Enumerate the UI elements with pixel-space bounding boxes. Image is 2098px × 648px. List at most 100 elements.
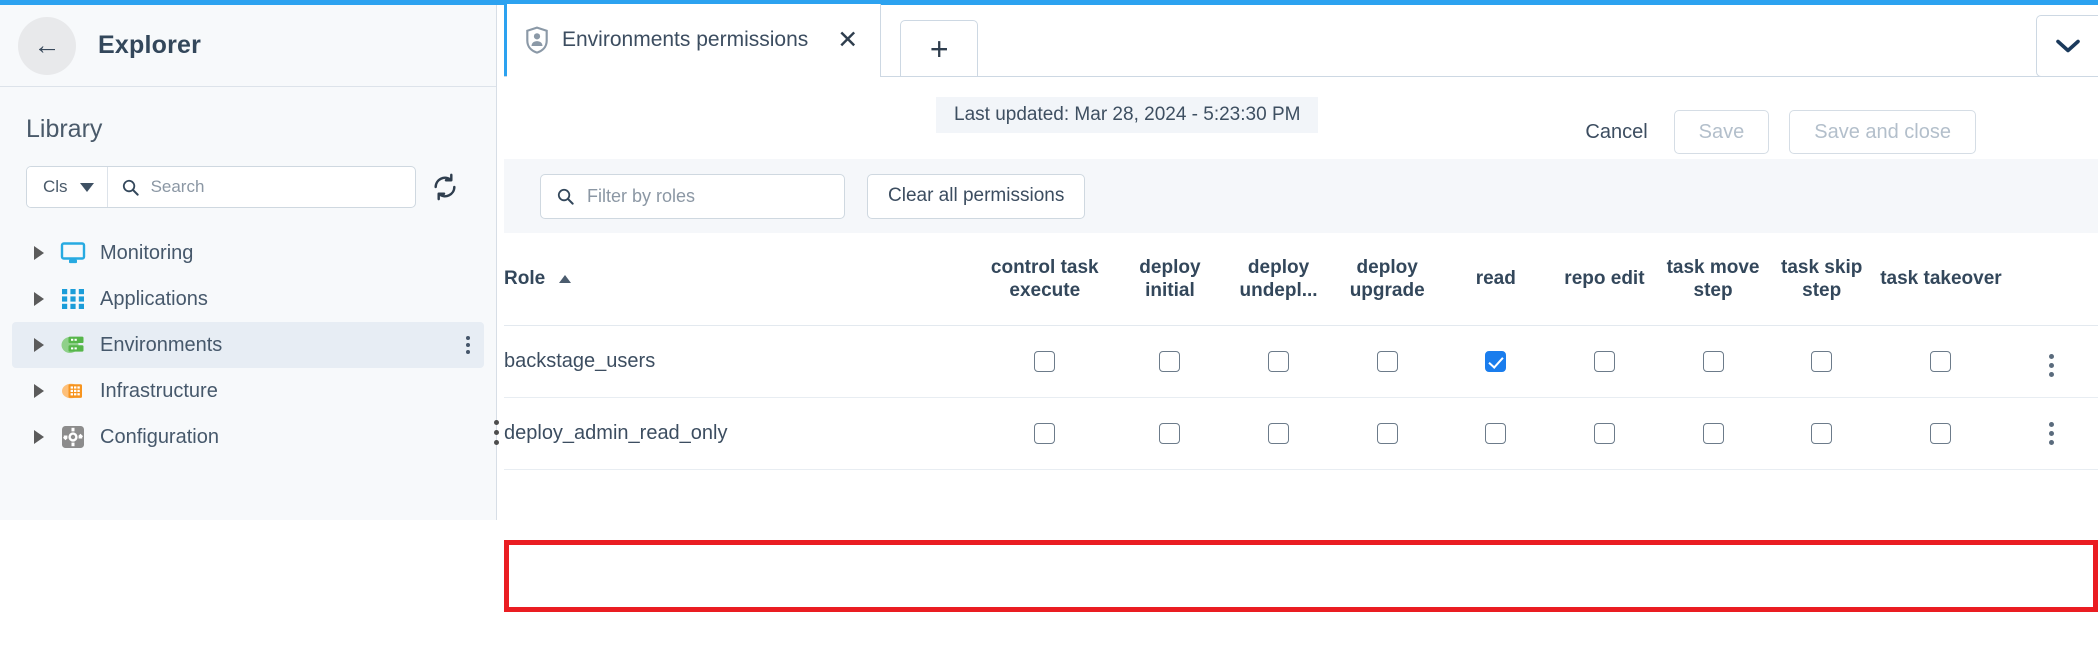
permission-cell-task-move-step[interactable] xyxy=(1659,397,1768,469)
permissions-table-wrap: Filter by roles Clear all permissions Ro… xyxy=(504,159,2098,612)
permission-cell-deploy-undeploy[interactable] xyxy=(1224,397,1333,469)
permission-cell-repo-edit[interactable] xyxy=(1550,325,1659,397)
kebab-menu-icon[interactable] xyxy=(2049,421,2055,445)
chevron-right-icon[interactable] xyxy=(34,246,44,260)
column-header-deploy-upgrade[interactable]: deploy upgrade xyxy=(1333,233,1442,325)
permission-checkbox[interactable] xyxy=(1268,350,1290,372)
sidebar-item-infrastructure[interactable]: Infrastructure xyxy=(12,368,484,414)
close-icon[interactable]: ✕ xyxy=(837,27,858,53)
permission-checkbox[interactable] xyxy=(1930,422,1952,444)
permission-checkbox[interactable] xyxy=(1268,422,1290,444)
permission-checkbox[interactable] xyxy=(1930,350,1952,372)
table-row[interactable]: deploy_admin_read_only xyxy=(504,397,2098,469)
tab-overflow-button[interactable] xyxy=(2036,15,2098,77)
permission-cell-task-skip-step[interactable] xyxy=(1767,397,1876,469)
add-tab-button[interactable]: + xyxy=(900,20,979,76)
permission-cell-control-task-execute[interactable] xyxy=(974,325,1116,397)
permission-checkbox[interactable] xyxy=(1485,422,1507,444)
role-name: deploy_admin_read_only xyxy=(504,421,728,444)
cancel-button[interactable]: Cancel xyxy=(1579,121,1653,144)
column-header-task-move-step[interactable]: task move step xyxy=(1659,233,1768,325)
role-name: backstage_users xyxy=(504,349,656,372)
permission-checkbox[interactable] xyxy=(1811,422,1833,444)
refresh-icon[interactable] xyxy=(431,173,459,201)
column-header-deploy-undeploy[interactable]: deploy undepl... xyxy=(1224,233,1333,325)
column-header-label: Role xyxy=(504,267,546,289)
column-header-task-takeover[interactable]: task takeover xyxy=(1876,233,2006,325)
filter-roles-input[interactable]: Filter by roles xyxy=(540,173,845,219)
monitor-icon xyxy=(60,242,86,264)
permission-checkbox[interactable] xyxy=(1593,422,1615,444)
permission-checkbox[interactable] xyxy=(1702,350,1724,372)
sidebar-item-label: Applications xyxy=(100,287,208,310)
row-actions[interactable] xyxy=(2006,325,2098,397)
clear-all-permissions-button[interactable]: Clear all permissions xyxy=(867,173,1086,219)
permission-cell-control-task-execute[interactable] xyxy=(974,397,1116,469)
filter-placeholder: Filter by roles xyxy=(587,185,696,206)
chevron-right-icon[interactable] xyxy=(34,430,44,444)
permission-cell-task-takeover[interactable] xyxy=(1876,397,2006,469)
permission-cell-deploy-upgrade[interactable] xyxy=(1333,325,1442,397)
sidebar-item-configuration[interactable]: Configuration xyxy=(12,414,484,460)
permission-checkbox[interactable] xyxy=(1376,422,1398,444)
row-actions[interactable] xyxy=(2006,397,2098,469)
gear-icon xyxy=(62,426,84,448)
permission-cell-deploy-initial[interactable] xyxy=(1116,325,1225,397)
chevron-right-icon[interactable] xyxy=(34,338,44,352)
permission-cell-task-skip-step[interactable] xyxy=(1767,325,1876,397)
save-button[interactable]: Save xyxy=(1673,110,1770,154)
search-input[interactable]: Search xyxy=(108,167,415,207)
column-header-repo-edit[interactable]: repo edit xyxy=(1550,233,1659,325)
search-scope-select[interactable]: Cls xyxy=(27,167,108,207)
action-bar: Last updated: Mar 28, 2024 - 5:23:30 PM … xyxy=(504,77,2098,159)
column-header-control-task-execute[interactable]: control task execute xyxy=(974,233,1116,325)
splitter-handle-icon[interactable] xyxy=(494,420,499,445)
sidebar-item-applications[interactable]: Applications xyxy=(12,276,484,322)
column-header-actions xyxy=(2006,233,2098,325)
column-header-deploy-initial[interactable]: deploy initial xyxy=(1116,233,1225,325)
permission-checkbox[interactable] xyxy=(1159,350,1181,372)
sidebar-item-monitoring[interactable]: Monitoring xyxy=(12,230,484,276)
kebab-menu-icon[interactable] xyxy=(466,336,470,354)
chevron-right-icon[interactable] xyxy=(34,384,44,398)
permission-cell-deploy-undeploy[interactable] xyxy=(1224,325,1333,397)
permission-cell-task-move-step[interactable] xyxy=(1659,325,1768,397)
column-header-role[interactable]: Role xyxy=(504,233,974,325)
permission-checkbox[interactable] xyxy=(1485,350,1507,372)
table-body: backstage_users deploy_admin_read_only xyxy=(504,325,2098,469)
permission-checkbox[interactable] xyxy=(1159,422,1181,444)
library-search-row: Cls Search xyxy=(26,166,456,208)
chevron-down-icon xyxy=(2055,39,2080,53)
row-highlight-annotation xyxy=(504,540,2098,612)
column-header-task-skip-step[interactable]: task skip step xyxy=(1767,233,1876,325)
library-search-group: Cls Search xyxy=(26,166,416,208)
permission-checkbox[interactable] xyxy=(1034,422,1056,444)
permission-cell-read[interactable] xyxy=(1441,397,1550,469)
permission-cell-task-takeover[interactable] xyxy=(1876,325,2006,397)
table-row[interactable]: backstage_users xyxy=(504,325,2098,397)
permission-checkbox[interactable] xyxy=(1376,350,1398,372)
back-button[interactable]: ← xyxy=(18,16,76,75)
sidebar-item-environments[interactable]: Environments xyxy=(12,322,484,368)
permission-cell-deploy-initial[interactable] xyxy=(1116,397,1225,469)
permission-checkbox[interactable] xyxy=(1034,350,1056,372)
infrastructure-icon xyxy=(62,383,82,399)
panel-splitter[interactable] xyxy=(490,5,504,520)
explorer-panel: ← Explorer Library Cls Search Monitoring… xyxy=(0,5,497,520)
permission-cell-read[interactable] xyxy=(1441,325,1550,397)
permission-cell-repo-edit[interactable] xyxy=(1550,397,1659,469)
kebab-menu-icon[interactable] xyxy=(2049,353,2055,377)
tab-environments-permissions[interactable]: Environments permissions ✕ xyxy=(504,4,882,77)
save-and-close-button[interactable]: Save and close xyxy=(1789,110,1976,154)
permission-checkbox[interactable] xyxy=(1593,350,1615,372)
permission-checkbox[interactable] xyxy=(1811,350,1833,372)
last-updated-text: Last updated: Mar 28, 2024 - 5:23:30 PM xyxy=(936,97,1319,133)
sidebar-item-label: Infrastructure xyxy=(100,379,218,402)
page-title: Explorer xyxy=(98,31,202,59)
tab-label: Environments permissions xyxy=(562,28,809,51)
column-header-read[interactable]: read xyxy=(1441,233,1550,325)
explorer-header: ← Explorer xyxy=(0,5,496,87)
chevron-right-icon[interactable] xyxy=(34,292,44,306)
permission-cell-deploy-upgrade[interactable] xyxy=(1333,397,1442,469)
permission-checkbox[interactable] xyxy=(1702,422,1724,444)
